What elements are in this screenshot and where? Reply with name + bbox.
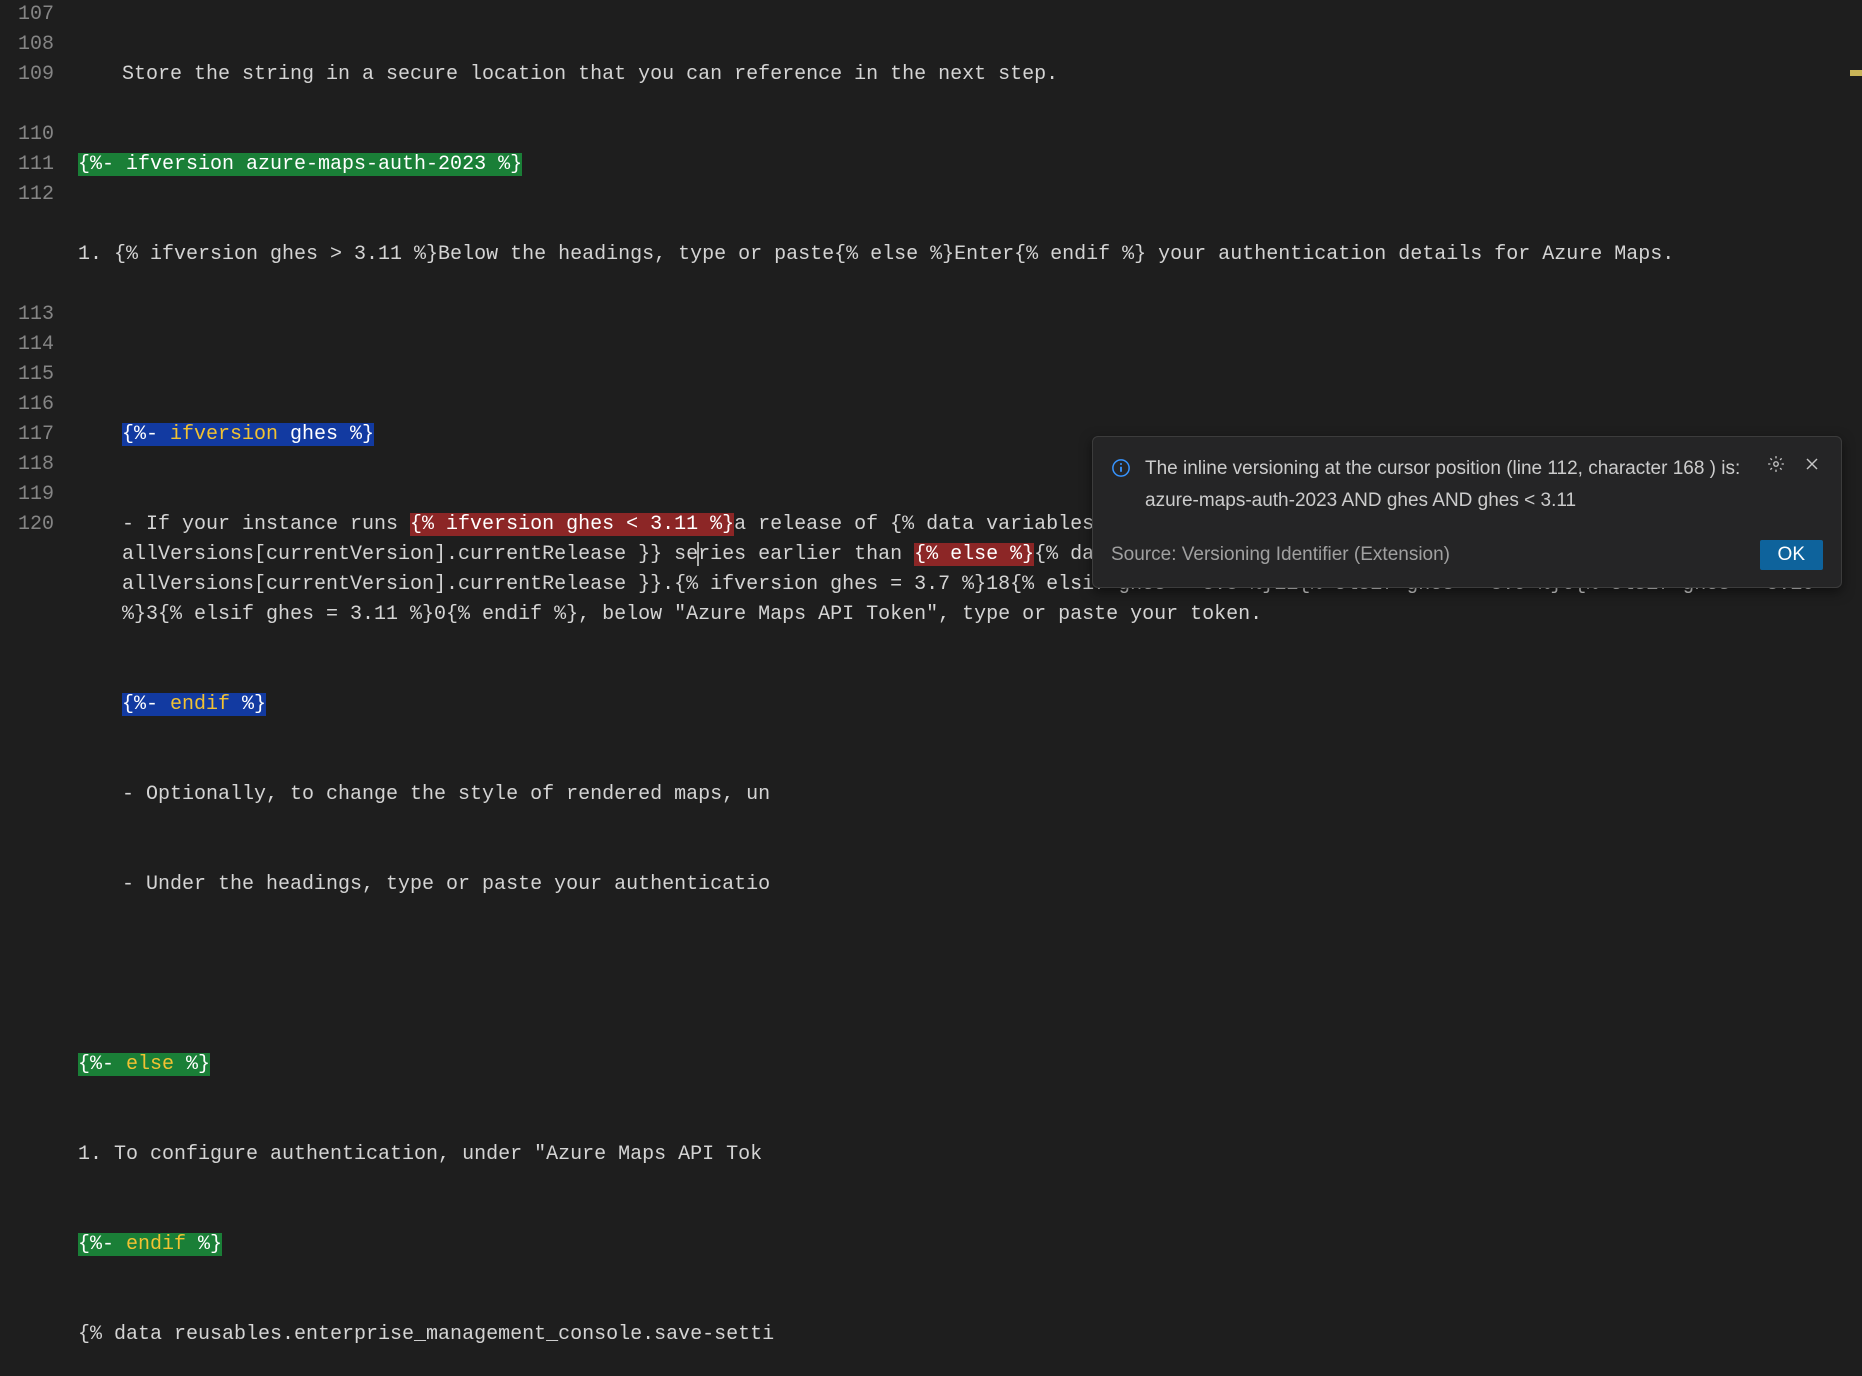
code-line: {%- endif %} [78,1230,1842,1260]
liquid-tag-ifversion: {% ifversion ghes < 3.11 %} [410,513,734,536]
line-number: 116 [0,390,54,420]
liquid-tag-ifversion: {%- ifversion azure-maps-auth-2023 %} [78,153,522,176]
line-number-gutter: 107 108 109 110 111 112 113 114 115 116 … [0,0,78,688]
scrollbar-marker [1850,70,1862,76]
liquid-tag-ifversion: {%- ifversion ghes %} [122,423,374,446]
line-number: 109 [0,60,54,90]
code-line: {% data reusables.enterprise_management_… [78,1320,1842,1350]
line-number: 115 [0,360,54,390]
code-line: {%- endif %} [78,690,1842,720]
code-line: - Optionally, to change the style of ren… [78,780,1842,810]
code-line: {%- ifversion azure-maps-auth-2023 %} [78,150,1842,180]
line-number: 111 [0,150,54,180]
liquid-tag-else: {% else %} [914,543,1034,566]
scrollbar-overview[interactable] [1850,0,1862,688]
liquid-tag-endif: {%- endif %} [78,1233,222,1256]
line-number: 120 [0,510,54,540]
line-number: 119 [0,480,54,510]
code-line: - Under the headings, type or paste your… [78,870,1842,900]
notification-source: Source: Versioning Identifier (Extension… [1111,539,1450,571]
code-line: 1. To configure authentication, under "A… [78,1140,1842,1170]
code-line: {%- else %} [78,1050,1842,1080]
info-icon [1111,457,1135,517]
line-number: 113 [0,300,54,330]
close-icon[interactable] [1801,453,1823,475]
notification-message: The inline versioning at the cursor posi… [1145,453,1753,517]
gear-icon[interactable] [1765,453,1787,475]
line-number: 110 [0,120,54,150]
code-line-empty [78,330,1842,360]
liquid-tag-else: {%- else %} [78,1053,210,1076]
line-number: 107 [0,0,54,30]
line-number: 108 [0,30,54,60]
code-line: Store the string in a secure location th… [78,60,1842,90]
liquid-tag-endif: {%- endif %} [122,693,266,716]
line-number: 114 [0,330,54,360]
line-number: 112 [0,180,54,210]
ok-button[interactable]: OK [1760,540,1823,570]
code-line: 1. {% ifversion ghes > 3.11 %}Below the … [78,240,1842,270]
line-number: 118 [0,450,54,480]
code-line-empty [78,960,1842,990]
line-number: 117 [0,420,54,450]
notification-toast: The inline versioning at the cursor posi… [1092,436,1842,588]
